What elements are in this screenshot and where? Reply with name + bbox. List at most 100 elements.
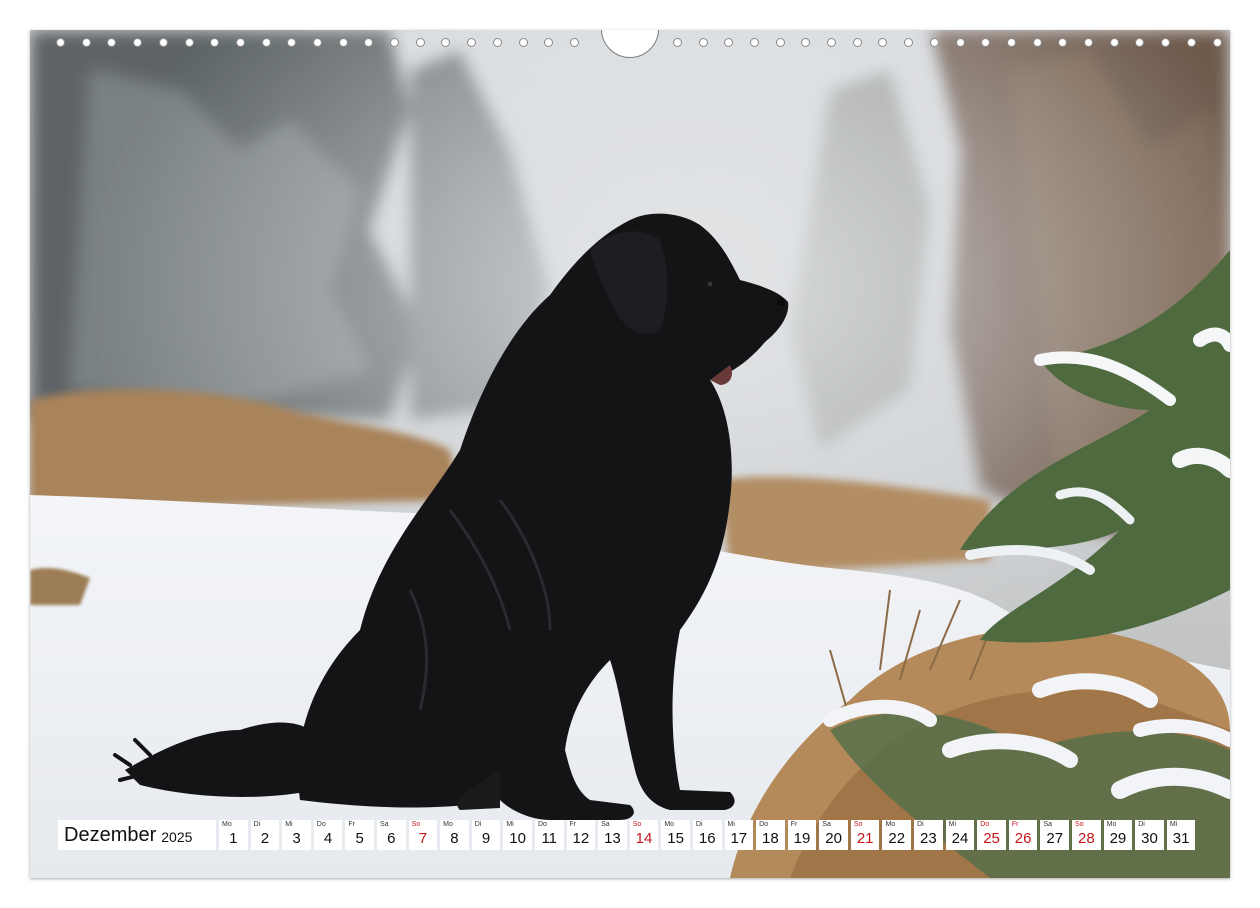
day-weekday: Mi bbox=[1169, 821, 1178, 828]
binding-hole bbox=[159, 38, 168, 47]
day-weekday: Do bbox=[759, 821, 769, 828]
binding-hole bbox=[801, 38, 810, 47]
day-weekday: Mi bbox=[727, 821, 735, 828]
binding-hole bbox=[390, 38, 399, 47]
day-cell: Di 23 bbox=[914, 820, 943, 850]
day-number: 12 bbox=[572, 830, 590, 847]
day-weekday: Mo bbox=[443, 821, 453, 828]
month-label: Dezember 2025 bbox=[58, 820, 216, 850]
day-number: 17 bbox=[730, 830, 748, 847]
day-weekday: Mi bbox=[948, 821, 957, 828]
day-weekday: Di bbox=[474, 821, 482, 828]
day-weekday: Fr bbox=[348, 821, 355, 828]
day-number: 29 bbox=[1109, 830, 1127, 847]
day-number: 14 bbox=[635, 830, 653, 847]
day-cell: Di 16 bbox=[692, 820, 722, 850]
binding-hole bbox=[416, 38, 425, 47]
day-cell: Do 18 bbox=[756, 820, 785, 850]
day-weekday: Do bbox=[537, 821, 547, 828]
binding-hole bbox=[673, 38, 682, 47]
binding-hole bbox=[493, 38, 502, 47]
binding-hole bbox=[750, 38, 759, 47]
day-cell: Do 25 bbox=[977, 820, 1006, 850]
binding-hole bbox=[262, 38, 271, 47]
day-weekday: Sa bbox=[822, 821, 831, 828]
binding-hole bbox=[236, 38, 245, 47]
binding-hole bbox=[1161, 38, 1170, 47]
binding-hole bbox=[699, 38, 708, 47]
day-weekday: So bbox=[632, 821, 642, 828]
day-cell: Do 4 bbox=[313, 820, 343, 850]
binding-hole bbox=[544, 38, 553, 47]
binding-hole bbox=[827, 38, 836, 47]
day-weekday: Mi bbox=[285, 821, 293, 828]
day-number: 23 bbox=[920, 830, 937, 847]
day-weekday: Sa bbox=[379, 821, 389, 828]
day-cell: So 7 bbox=[408, 820, 438, 850]
binding-hole bbox=[339, 38, 348, 47]
day-cell: Sa 27 bbox=[1040, 820, 1070, 850]
binding-hole bbox=[904, 38, 913, 47]
day-cell: So 14 bbox=[629, 820, 659, 850]
binding-hole bbox=[570, 38, 579, 47]
day-cells: Mo 1 Di 2 Mi 3 Do 4 Fr 5 Sa 6 So 7 Mo 8 Di 9 Mi 10 Do 11 Fr 12 S… bbox=[219, 820, 1198, 850]
day-cell: Fr 5 bbox=[345, 820, 374, 850]
day-weekday: Di bbox=[695, 821, 703, 828]
day-number: 5 bbox=[355, 830, 364, 847]
binding-hole bbox=[519, 38, 528, 47]
day-number: 7 bbox=[418, 830, 428, 847]
day-weekday: So bbox=[853, 821, 863, 828]
day-weekday: So bbox=[411, 821, 421, 828]
day-number: 16 bbox=[698, 830, 716, 847]
day-number: 25 bbox=[983, 830, 1000, 847]
binding-hole bbox=[364, 38, 373, 47]
day-weekday: Do bbox=[316, 821, 326, 828]
day-number: 10 bbox=[509, 830, 526, 847]
day-cell: Mi 31 bbox=[1166, 820, 1196, 850]
binding-hole bbox=[133, 38, 142, 47]
day-weekday: Mo bbox=[222, 821, 232, 828]
day-cell: Mo 1 bbox=[219, 820, 248, 850]
day-cell: Di 9 bbox=[471, 820, 501, 850]
binding-hole bbox=[981, 38, 990, 47]
day-number: 9 bbox=[481, 830, 491, 847]
day-number: 30 bbox=[1141, 830, 1158, 847]
day-number: 6 bbox=[387, 830, 396, 847]
binding-hole bbox=[853, 38, 862, 47]
day-cell: Mi 17 bbox=[724, 820, 754, 850]
binding-hole bbox=[56, 38, 65, 47]
day-number: 8 bbox=[450, 830, 459, 847]
binding-hole bbox=[956, 38, 965, 47]
day-number: 15 bbox=[667, 830, 684, 847]
binding-hole bbox=[930, 38, 939, 47]
day-number: 11 bbox=[541, 830, 558, 847]
binding-hole bbox=[1007, 38, 1016, 47]
day-number: 19 bbox=[793, 830, 811, 847]
binding-hole bbox=[441, 38, 450, 47]
binding-hole bbox=[1033, 38, 1042, 47]
binding-hole bbox=[1058, 38, 1067, 47]
day-number: 13 bbox=[604, 830, 621, 847]
day-cell: Mo 15 bbox=[661, 820, 690, 850]
day-cell: So 28 bbox=[1072, 820, 1101, 850]
dog-winter-photo bbox=[30, 30, 1230, 878]
day-number: 20 bbox=[825, 830, 842, 847]
day-weekday: Sa bbox=[1043, 821, 1052, 828]
month-year: 2025 bbox=[161, 829, 193, 845]
binding-hole bbox=[313, 38, 322, 47]
day-cell: Sa 20 bbox=[819, 820, 848, 850]
binding-hole bbox=[467, 38, 476, 47]
day-weekday: Mo bbox=[1106, 821, 1117, 828]
binding-hole bbox=[210, 38, 219, 47]
day-number: 28 bbox=[1077, 830, 1095, 847]
day-weekday: Mo bbox=[664, 821, 675, 828]
binding-hole bbox=[1213, 38, 1222, 47]
day-cell: Fr 12 bbox=[566, 820, 596, 850]
binding-hole bbox=[724, 38, 733, 47]
binding-hole bbox=[1187, 38, 1196, 47]
day-weekday: Mi bbox=[506, 821, 514, 828]
day-cell: Mo 29 bbox=[1103, 820, 1133, 850]
day-cell: Mo 22 bbox=[882, 820, 912, 850]
day-weekday: Di bbox=[1138, 821, 1145, 828]
binding-hole bbox=[776, 38, 785, 47]
